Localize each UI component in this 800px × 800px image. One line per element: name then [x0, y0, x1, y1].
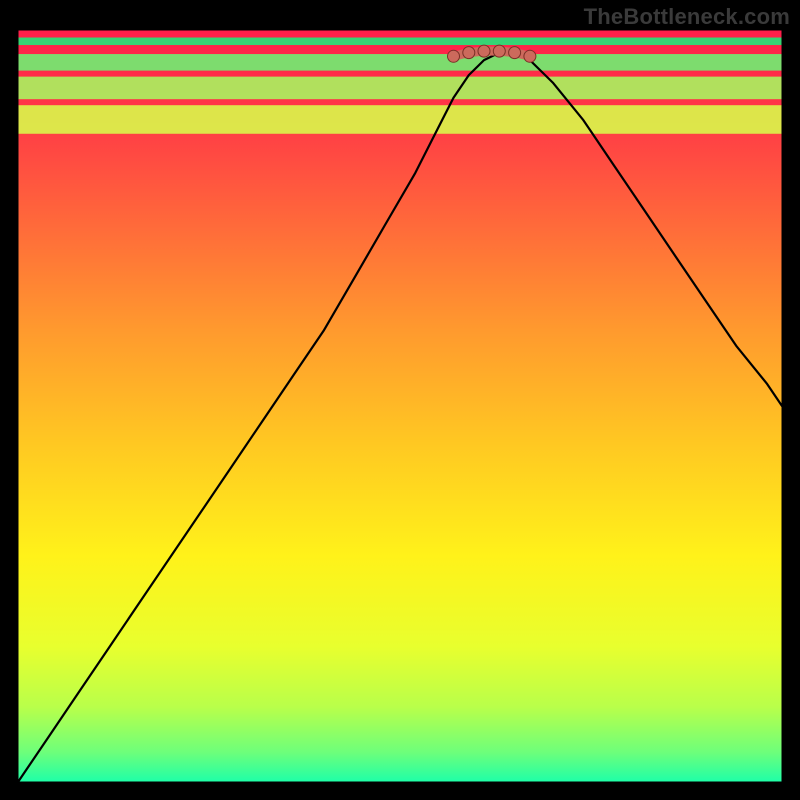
green-band-0	[18, 38, 782, 46]
chart-stage: TheBottleneck.com	[0, 0, 800, 800]
chart-background	[18, 30, 782, 782]
green-band-2	[18, 77, 782, 100]
optimal-marker-4	[509, 47, 521, 59]
optimal-marker-1	[463, 47, 475, 59]
optimal-marker-5	[524, 50, 536, 62]
chart-canvas	[0, 0, 800, 800]
optimal-marker-0	[448, 50, 460, 62]
optimal-marker-3	[493, 45, 505, 57]
green-band-3	[18, 105, 782, 134]
green-band-1	[18, 54, 782, 71]
optimal-marker-2	[478, 45, 490, 57]
watermark-text: TheBottleneck.com	[584, 4, 790, 30]
